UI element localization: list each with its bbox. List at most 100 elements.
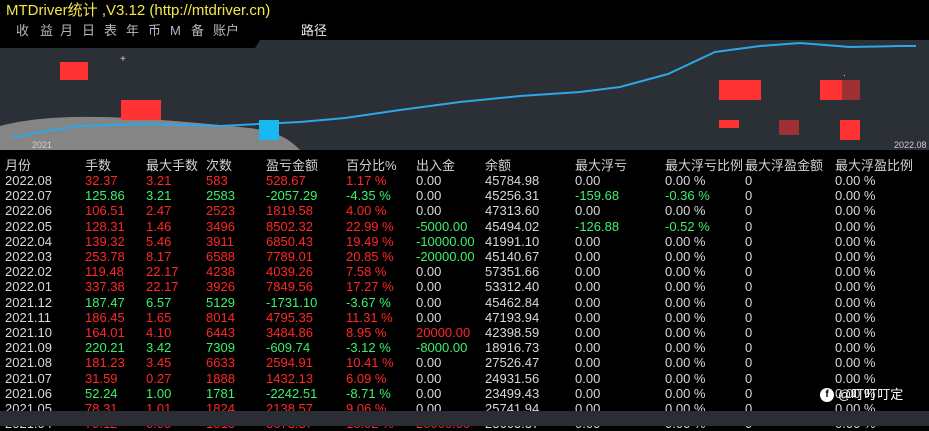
cell-pct: -8.71 % (346, 385, 391, 401)
cell-maxfppct: 0.00 % (835, 218, 876, 234)
cell-pct: -4.35 % (346, 188, 391, 204)
cell-pct: -3.12 % (346, 340, 391, 356)
cell-maxfppct: 0.00 % (835, 340, 876, 356)
cell-count: 1781 (206, 385, 235, 401)
cell-month: 2022.02 (5, 264, 52, 280)
cell-bal: 45462.84 (485, 294, 540, 310)
cell-pnl: 3484.86 (266, 325, 313, 340)
chart-marker-plus: + (120, 54, 126, 65)
cell-maxfppct: 0.00 % (835, 355, 876, 371)
chart-dot: . (843, 68, 846, 79)
cell-pnl: 6850.43 (266, 233, 313, 249)
cell-pnl: 7789.01 (266, 249, 313, 264)
cell-lots: 186.45 (85, 309, 125, 325)
table-row[interactable]: 2021.09 220.21 3.42 7309 -609.74 -3.12 % -8000… (0, 340, 929, 355)
table-row[interactable]: 2022.06 106.51 2.47 2523 1819.58 4.00 % 0.00 47… (0, 203, 929, 218)
table-row[interactable]: 2021.06 52.24 1.00 1781 -2242.51 -8.71 % 0.00 2… (0, 386, 929, 401)
toolbar-path-label[interactable]: 路径 (301, 22, 327, 40)
cell-bal: 47193.94 (485, 309, 540, 325)
cell-maxflpct: 0.00 % (665, 294, 706, 310)
cell-io: 0.00 (416, 294, 442, 310)
month-bar (719, 120, 739, 128)
table-row[interactable]: 2022.02 119.48 22.17 4238 4039.26 7.58 % 0.00 5… (0, 264, 929, 279)
cell-maxlots: 22.17 (146, 264, 179, 280)
column-header: 最大浮盈比例 (835, 158, 914, 173)
cell-maxfppct: 0.00 % (835, 279, 876, 295)
table-row[interactable]: 2021.07 31.59 0.27 1888 1432.13 6.09 % 0.00 249… (0, 371, 929, 386)
table-row[interactable]: 2022.08 32.37 3.21 583 528.67 1.17 % 0.00 45784… (0, 173, 929, 188)
cell-maxflpct: 0.00 % (665, 173, 706, 188)
column-header: 盈亏金额 (266, 158, 319, 173)
cell-maxfp: 0 (745, 325, 753, 340)
cell-pnl: 528.67 (266, 173, 306, 188)
cell-month: 2021.10 (5, 325, 52, 340)
cell-maxfp: 0 (745, 340, 753, 356)
cell-io: 20000.00 (416, 325, 471, 340)
cell-pct: 10.41 % (346, 355, 394, 371)
cell-maxfppct: 0.00 % (835, 264, 876, 280)
cell-month: 2022.08 (5, 173, 52, 188)
table-row[interactable]: 2022.03 253.78 8.17 6588 7789.01 20.85 % -2000… (0, 249, 929, 264)
cell-maxfp: 0 (745, 309, 753, 325)
cell-bal: 23499.43 (485, 385, 540, 401)
table-row[interactable]: 2022.01 337.38 22.17 3926 7849.56 17.27 % 0.00… (0, 279, 929, 294)
cell-maxfl: 0.00 (575, 370, 601, 386)
month-bar (121, 100, 161, 120)
cell-maxfp: 0 (745, 173, 753, 188)
cell-pnl: -609.74 (266, 340, 311, 356)
column-header: 最大浮亏 (575, 158, 628, 173)
toolbar-item-1[interactable]: 益 (40, 22, 53, 40)
cell-month: 2021.12 (5, 294, 52, 310)
cell-io: 0.00 (416, 309, 442, 325)
cell-lots: 337.38 (85, 279, 125, 295)
cell-count: 3496 (206, 218, 235, 234)
cell-bal: 45256.31 (485, 188, 540, 204)
table-row[interactable]: 2022.07 125.86 3.21 2583 -2057.29 -4.35 % 0.00… (0, 188, 929, 203)
cell-lots: 125.86 (85, 188, 125, 204)
cell-maxfp: 0 (745, 203, 753, 219)
cell-maxflpct: 0.00 % (665, 249, 706, 264)
table-row[interactable]: 2021.08 181.23 3.45 6633 2594.91 10.41 % 0.00 2… (0, 355, 929, 370)
table-row[interactable]: 2021.12 187.47 6.57 5129 -1731.10 -3.67 % 0.00… (0, 295, 929, 310)
cell-bal: 42398.59 (485, 325, 540, 340)
cell-maxfl: 0.00 (575, 340, 601, 356)
toolbar-item-2[interactable]: 月 (60, 22, 73, 40)
cell-maxfl: -159.68 (575, 188, 620, 204)
cell-maxfp: 0 (745, 218, 753, 234)
cell-maxfl: 0.00 (575, 294, 601, 310)
cell-maxflpct: -0.52 % (665, 218, 710, 234)
cell-maxflpct: 0.00 % (665, 279, 706, 295)
cell-maxlots: 8.17 (146, 249, 172, 264)
cell-lots: 31.59 (85, 370, 118, 386)
toolbar-item-6[interactable]: 币 (148, 22, 161, 40)
cell-maxfl: 0.00 (575, 264, 601, 280)
toolbar-item-4[interactable]: 表 (104, 22, 117, 40)
cell-count: 8014 (206, 309, 235, 325)
cell-io: 0.00 (416, 370, 442, 386)
table-row[interactable]: 2021.11 186.45 1.65 8014 4795.35 11.31 % 0.00 4… (0, 310, 929, 325)
column-header: 出入金 (416, 158, 456, 173)
table-row[interactable]: 2022.04 139.32 5.46 3911 6850.43 19.49 % -1000… (0, 234, 929, 249)
toolbar-item-0[interactable]: 收 (16, 22, 29, 40)
table-row[interactable]: 2021.10 164.01 4.10 6443 3484.86 8.95 % 20000.… (0, 325, 929, 340)
cell-maxlots: 22.17 (146, 279, 179, 295)
cell-lots: 181.23 (85, 355, 125, 371)
cell-lots: 187.47 (85, 294, 125, 310)
toolbar-item-5[interactable]: 年 (126, 22, 139, 40)
toolbar-item-8[interactable]: 备 (191, 22, 204, 40)
cell-maxfp: 0 (745, 355, 753, 371)
cell-maxfp: 0 (745, 279, 753, 295)
cell-pnl: -2242.51 (266, 385, 318, 401)
table-row[interactable]: 2022.05 128.31 1.46 3496 8502.32 22.99 % -5000… (0, 219, 929, 234)
cell-maxfl: 0.00 (575, 279, 601, 295)
toolbar-item-9[interactable]: 账户 (213, 22, 239, 40)
cell-maxfppct: 0.00 % (835, 370, 876, 386)
cell-maxfl: 0.00 (575, 173, 601, 188)
cell-month: 2022.05 (5, 218, 52, 234)
toolbar-item-7[interactable]: M (170, 22, 181, 40)
toolbar-item-3[interactable]: 日 (82, 22, 95, 40)
cell-maxflpct: 0.00 % (665, 233, 706, 249)
cell-io: 0.00 (416, 188, 442, 204)
cell-bal: 24931.56 (485, 370, 540, 386)
column-header: 最大手数 (146, 158, 199, 173)
